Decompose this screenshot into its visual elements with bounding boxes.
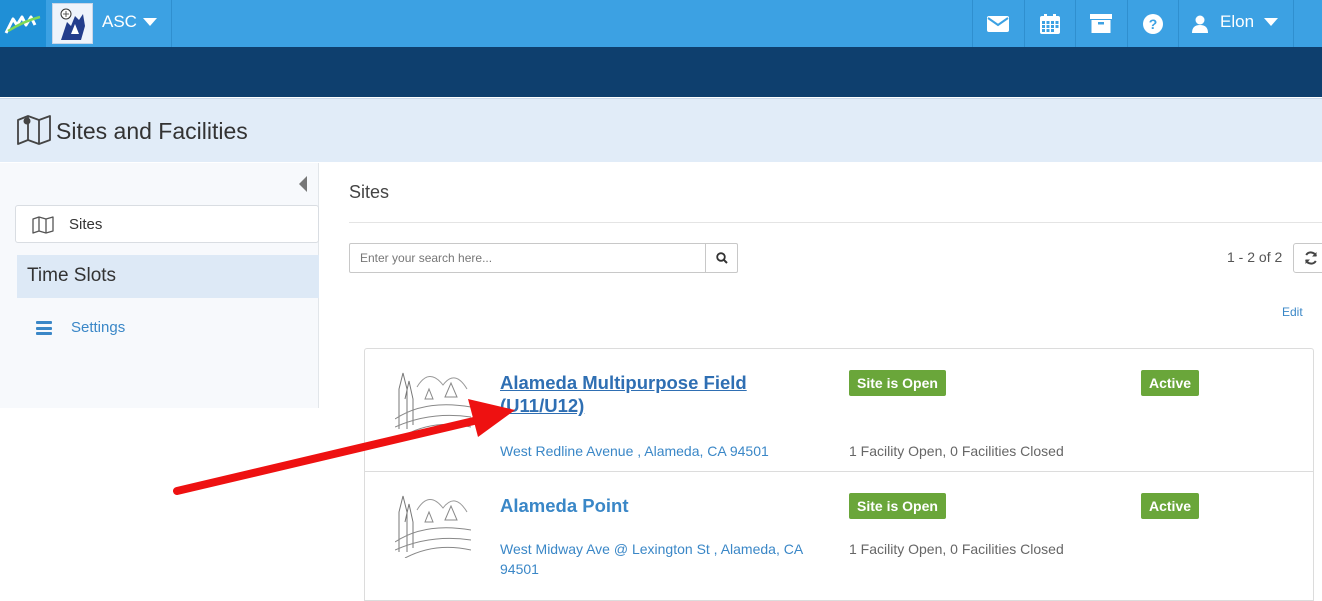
top-bar: ASC ? Elon	[0, 0, 1322, 47]
map-icon	[32, 216, 54, 234]
facility-count: 1 Facility Open, 0 Facilities Closed	[849, 541, 1064, 557]
hamburger-icon	[36, 321, 52, 335]
active-status-badge: Active	[1141, 370, 1200, 396]
app-logo-icon	[4, 15, 41, 34]
archive-button[interactable]	[1075, 0, 1126, 47]
divider	[171, 0, 172, 47]
refresh-icon	[1305, 251, 1317, 265]
site-thumbnail[interactable]	[395, 359, 471, 435]
site-name-link[interactable]: Alameda Multipurpose Field (U11/U12)	[500, 371, 800, 417]
refresh-button[interactable]	[1293, 243, 1322, 273]
page-title: Sites and Facilities	[56, 118, 248, 144]
collapse-sidebar-icon[interactable]	[299, 176, 307, 192]
search-button[interactable]	[705, 243, 738, 273]
app-logo[interactable]	[0, 0, 46, 47]
calendar-icon	[1039, 13, 1060, 34]
map-icon	[17, 115, 51, 145]
help-button[interactable]: ?	[1127, 0, 1178, 47]
site-status-badge: Site is Open	[849, 493, 946, 519]
site-status-badge: Site is Open	[849, 370, 946, 396]
edit-link[interactable]: Edit	[1282, 305, 1303, 319]
user-icon	[1192, 15, 1208, 33]
site-name-link[interactable]: Alameda Point	[500, 494, 629, 517]
section-heading: Sites	[349, 182, 390, 202]
active-status-badge: Active	[1141, 493, 1200, 519]
site-card	[364, 471, 1314, 601]
calendar-button[interactable]	[1024, 0, 1075, 47]
divider	[1293, 0, 1294, 47]
site-address-link[interactable]: West Redline Avenue , Alameda, CA 94501	[500, 441, 769, 461]
site-thumbnail[interactable]	[395, 482, 471, 558]
navigation-band	[0, 47, 1322, 97]
user-menu-button[interactable]	[1178, 0, 1222, 47]
facility-count: 1 Facility Open, 0 Facilities Closed	[849, 443, 1064, 459]
pagination-text: 1 - 2 of 2	[1227, 249, 1283, 265]
sidebar-item-sites[interactable]	[15, 205, 319, 243]
divider	[349, 222, 1322, 223]
sidebar-item-settings[interactable]: Settings	[71, 319, 125, 336]
question-icon: ?	[1142, 13, 1163, 34]
wolf-logo-icon	[60, 8, 85, 40]
search-icon	[715, 252, 728, 264]
envelope-icon	[986, 15, 1009, 32]
club-logo[interactable]	[52, 3, 93, 44]
messages-button[interactable]	[972, 0, 1023, 47]
user-name[interactable]: Elon	[1220, 12, 1254, 32]
svg-text:?: ?	[1148, 16, 1157, 32]
site-address-link[interactable]: West Midway Ave @ Lexington St , Alameda…	[500, 539, 820, 579]
sidebar-item-label[interactable]: Time Slots	[27, 265, 116, 287]
chevron-down-icon[interactable]	[1264, 18, 1278, 26]
chevron-down-icon[interactable]	[143, 18, 157, 26]
search-input[interactable]	[349, 243, 706, 273]
sidebar-item-label[interactable]: Sites	[69, 216, 102, 233]
org-name[interactable]: ASC	[102, 12, 137, 32]
archive-icon	[1089, 14, 1112, 33]
